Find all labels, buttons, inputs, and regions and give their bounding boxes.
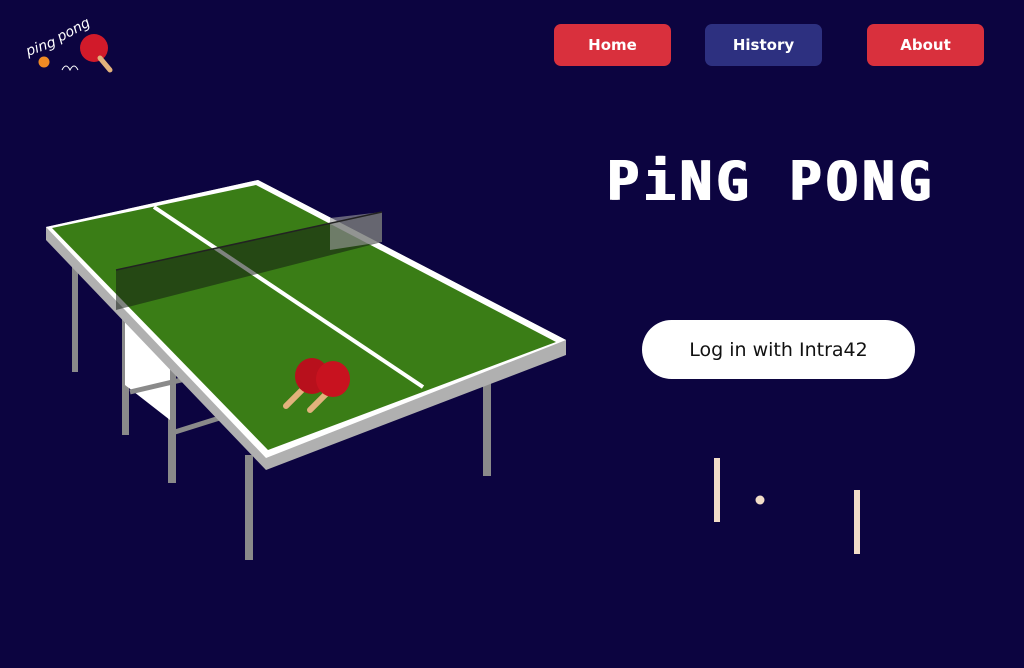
logo-motion-lines (61, 65, 79, 72)
home-button[interactable]: Home (554, 24, 671, 66)
pong-icon (714, 458, 860, 554)
landing-page: ping pong Home History About PiNG PONG L… (0, 0, 1024, 668)
left-paddle (714, 458, 720, 522)
table-icon (46, 180, 566, 560)
login-intra42-button[interactable]: Log in with Intra42 (642, 320, 915, 379)
table-leg (245, 455, 253, 560)
ping-pong-logo[interactable]: ping pong (23, 12, 120, 84)
logo-paddle-head (80, 34, 108, 62)
table-leg (72, 262, 78, 372)
ping-pong-table-illustration (30, 170, 580, 570)
logo-text-ping: ping (24, 34, 58, 60)
history-button[interactable]: History (705, 24, 822, 66)
ping-pong-logo-icon: ping pong (23, 15, 113, 73)
table-leg (483, 378, 491, 476)
page-title: PiNG PONG (605, 150, 935, 213)
right-paddle (854, 490, 860, 554)
pong-game-animation (700, 450, 880, 565)
about-button[interactable]: About (867, 24, 984, 66)
logo-ball (38, 56, 50, 68)
paddle-head (316, 361, 350, 397)
logo-paddle-handle (97, 55, 113, 73)
pong-ball (755, 495, 765, 505)
